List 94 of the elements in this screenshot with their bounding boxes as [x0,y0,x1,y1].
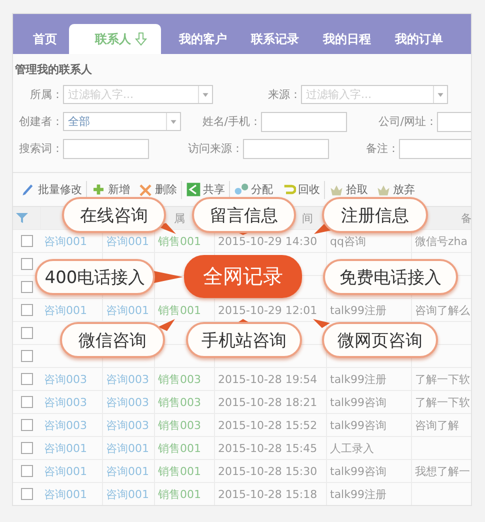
table-cell: talk99注册 [327,368,412,390]
table-cell: 2015-10-28 15:30 [215,460,327,482]
row-checkbox[interactable] [21,442,33,454]
table-cell: 咨询001 [41,460,103,482]
table-cell: 咨询001 [103,437,155,459]
table-cell: talk99咨询 [327,414,412,436]
filter-label: 备注： [365,141,399,156]
table-cell: 咨询001 [103,299,155,321]
table-cell: 咨询了解 [412,414,471,436]
filter-label: 搜索词： [18,141,63,156]
nav-tab[interactable]: 我的订单 [383,24,455,54]
nav-tab[interactable]: 我的客户 [167,24,239,54]
row-checkbox[interactable] [21,235,33,247]
source-callout: 在线咨询 [62,197,166,233]
table-cell: 2015-10-28 15:18 [215,483,327,505]
table-cell: talk99咨询 [327,460,412,482]
row-checkbox[interactable] [21,258,33,270]
filter-icon [16,212,28,224]
table-cell: 2015-10-28 18:21 [215,391,327,413]
pointer-arrow [313,319,330,328]
filter-label: 所属： [29,87,63,102]
people-icon [234,182,249,197]
table-cell: 2015-10-28 19:54 [215,368,327,390]
source-callout: 注册信息 [322,197,428,233]
toolbar-button[interactable]: 分配 [230,180,277,198]
section-title: 管理我的联系人 [14,62,93,78]
source-callout: 400电话接入 [35,259,155,295]
source-callout: 微信咨询 [60,322,165,358]
table-cell: 咨询001 [41,437,103,459]
filter-label: 访问来源： [187,141,243,156]
filter-input[interactable] [63,138,149,158]
column-header: 间 [302,210,313,226]
table-cell: 2015-10-28 15:52 [215,414,327,436]
source-callout: 留言信息 [192,197,296,233]
toolbar-button[interactable]: 放弃 [372,180,419,198]
table-cell: 销售003 [155,391,215,413]
table-cell: 人工录入 [327,437,412,459]
nav-tab[interactable]: 首页 [21,24,69,54]
nav-tab[interactable]: 我的日程 [311,24,383,54]
plus-icon [91,182,106,197]
filter-select[interactable]: 全部 [63,112,181,131]
cross-icon [138,182,153,197]
table-cell: talk99注册 [327,483,412,505]
pointer-arrow [158,319,175,331]
table-cell: 咨询003 [103,414,155,436]
share-icon [186,182,201,197]
row-checkbox[interactable] [21,327,33,339]
source-callout: 手机站咨询 [186,322,302,358]
table-cell: talk99注册 [327,299,412,321]
table-cell: 咨询001 [41,299,103,321]
table-cell: 了解一下软 [412,391,471,413]
table-cell: talk99咨询 [327,391,412,413]
filter-label: 公司/网址： [377,114,437,129]
nav-tab[interactable]: 联系记录 [239,24,311,54]
filter-input[interactable] [399,138,471,158]
filter-input[interactable] [261,112,347,132]
table-cell: 我想了解一 [412,460,471,482]
toolbar-button[interactable]: 新增 [87,180,134,198]
table-cell: 咨询003 [41,391,103,413]
table-cell: 咨询001 [103,483,155,505]
table-cell: 咨询了解么 [412,299,471,321]
table-cell: 销售003 [155,368,215,390]
row-checkbox[interactable] [21,350,33,362]
toolbar-button[interactable]: 拾取 [325,180,372,198]
row-checkbox[interactable] [21,419,33,431]
row-checkbox[interactable] [21,465,33,477]
row-checkbox[interactable] [21,396,33,408]
down-arrow-icon [135,32,147,46]
filter-label: 创建者： [18,114,63,129]
row-checkbox[interactable] [21,373,33,385]
filter-label: 来源： [267,87,301,102]
table-cell: 咨询003 [41,368,103,390]
table-cell: 销售001 [155,483,215,505]
source-callout: 微网页咨询 [322,322,438,358]
nav-tab[interactable]: 联系人 [69,24,161,54]
row-checkbox[interactable] [21,304,33,316]
hub-callout: 全网记录 [184,255,302,298]
source-callout: 免费电话接入 [323,259,458,295]
row-checkbox[interactable] [21,281,33,293]
table-cell: 销售001 [155,460,215,482]
table-cell: 咨询003 [103,391,155,413]
filter-label: 姓名/手机： [201,114,261,129]
table-cell: 了解一下软 [412,368,471,390]
filter-input[interactable] [243,138,329,158]
table-cell: 咨询001 [103,460,155,482]
table-cell: 咨询001 [41,483,103,505]
row-checkbox[interactable] [21,488,33,500]
column-header: 属 [174,210,185,226]
table-cell: 咨询003 [103,368,155,390]
table-cell: 销售003 [155,414,215,436]
table-cell: 咨询003 [41,414,103,436]
table-cell: 销售001 [155,437,215,459]
pointer-arrow [154,271,183,283]
table-cell: 2015-10-28 15:45 [215,437,327,459]
